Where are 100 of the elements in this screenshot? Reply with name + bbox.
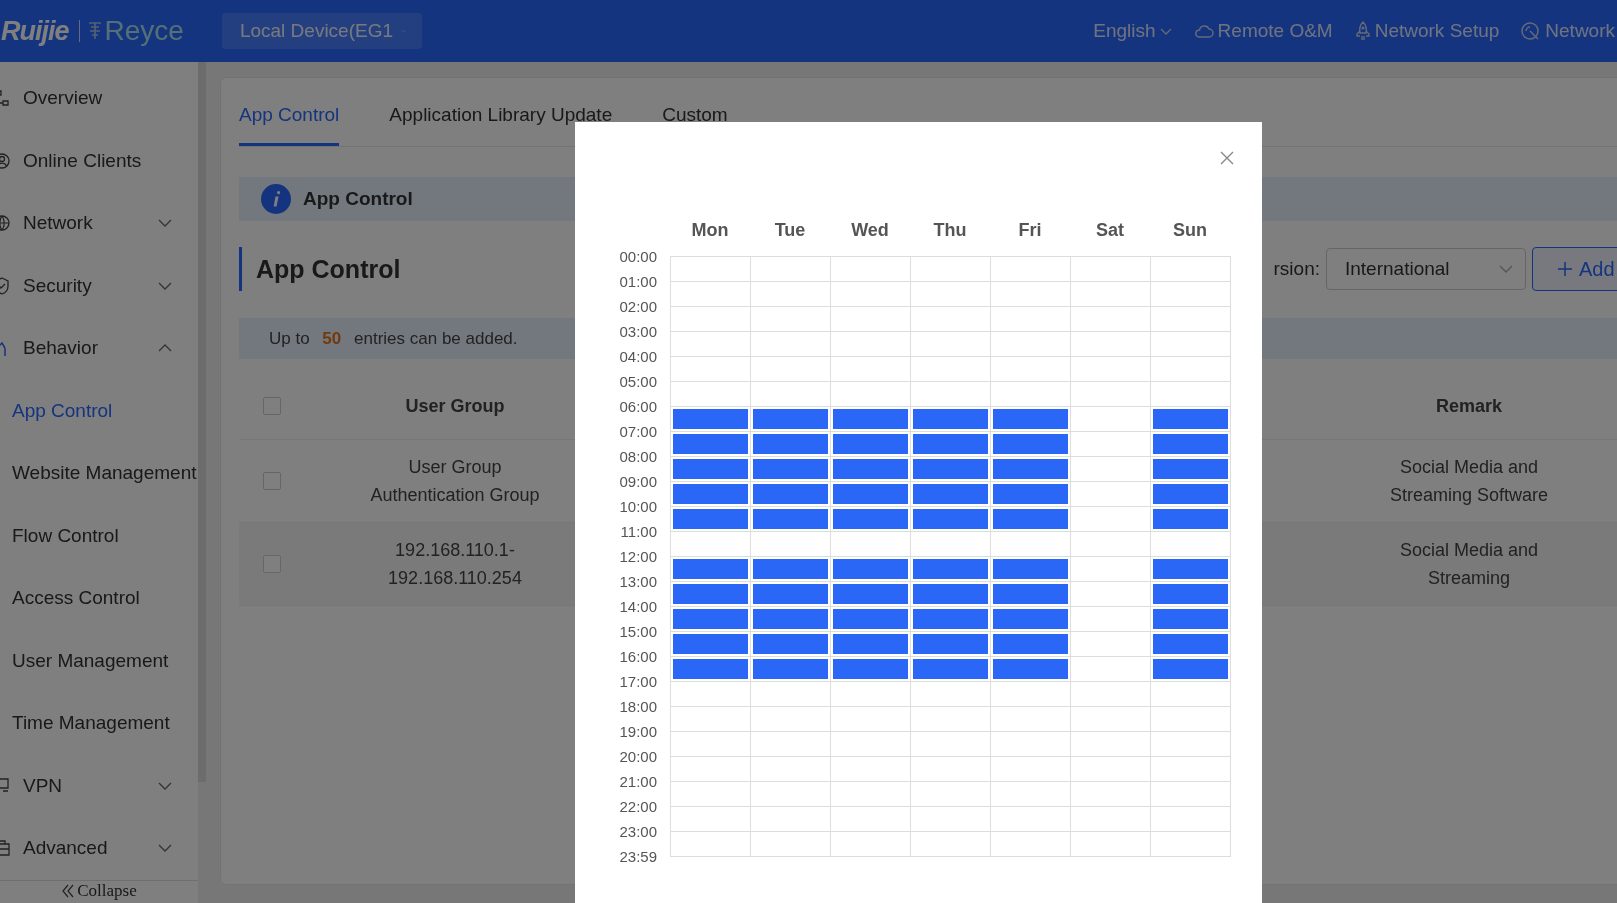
time-slot[interactable]	[751, 582, 831, 607]
time-slot[interactable]	[831, 507, 911, 532]
header-link[interactable]: Remote O&M	[1193, 20, 1333, 42]
time-slot[interactable]	[911, 482, 991, 507]
time-slot[interactable]	[831, 607, 911, 632]
time-slot[interactable]	[1151, 632, 1231, 657]
add-button[interactable]: Add	[1532, 247, 1617, 291]
sidebar-item[interactable]: VPN	[0, 754, 198, 817]
time-slot[interactable]	[831, 582, 911, 607]
time-label: 12:00	[618, 546, 657, 567]
time-slot[interactable]	[911, 657, 991, 682]
sidebar-subitem[interactable]: App Control	[0, 379, 198, 442]
table-cell-text: Social Media and Streaming Software	[1388, 456, 1550, 507]
time-slot[interactable]	[831, 657, 911, 682]
time-slot[interactable]	[991, 457, 1071, 482]
tab[interactable]: Custom	[662, 98, 728, 146]
sidebar-subitem[interactable]: Website Management	[0, 442, 198, 505]
time-slot[interactable]	[671, 407, 751, 432]
time-slot[interactable]	[831, 407, 911, 432]
time-slot[interactable]	[991, 657, 1071, 682]
time-slot[interactable]	[751, 507, 831, 532]
time-slot[interactable]	[831, 482, 911, 507]
time-slot[interactable]	[1151, 457, 1231, 482]
time-slot[interactable]	[831, 632, 911, 657]
time-slot[interactable]	[671, 507, 751, 532]
time-slot[interactable]	[1151, 482, 1231, 507]
sidebar-item[interactable]: Behavior	[0, 317, 198, 380]
time-slot[interactable]	[1151, 507, 1231, 532]
header-link[interactable]: English	[1093, 20, 1172, 42]
time-slot[interactable]	[911, 582, 991, 607]
sidebar-subitem[interactable]: User Management	[0, 629, 198, 692]
time-slot[interactable]	[991, 432, 1071, 457]
tab[interactable]: Application Library Update	[389, 98, 613, 146]
sidebar-item[interactable]: Advanced	[0, 817, 198, 880]
time-slot[interactable]	[751, 407, 831, 432]
time-slot[interactable]	[1151, 432, 1231, 457]
time-slot[interactable]	[751, 657, 831, 682]
time-slot[interactable]	[751, 607, 831, 632]
version-dropdown[interactable]: International	[1326, 248, 1526, 290]
section-title: App Control	[239, 247, 401, 291]
time-slot[interactable]	[751, 432, 831, 457]
time-slot[interactable]	[671, 432, 751, 457]
time-slot[interactable]	[911, 432, 991, 457]
time-slot[interactable]	[671, 457, 751, 482]
time-label: 21:00	[618, 771, 657, 792]
sidebar-subitem[interactable]: Time Management	[0, 692, 198, 755]
time-slot[interactable]	[671, 557, 751, 582]
header-link[interactable]: Network Setup	[1354, 20, 1500, 42]
checkbox[interactable]	[263, 555, 281, 573]
collapse-button[interactable]: Collapse	[0, 879, 198, 903]
time-slot[interactable]	[751, 482, 831, 507]
time-slot[interactable]	[671, 657, 751, 682]
time-slot[interactable]	[991, 507, 1071, 532]
sidebar-item[interactable]: Overview	[0, 67, 198, 130]
checkbox[interactable]	[263, 472, 281, 490]
header-link[interactable]: Network	[1521, 20, 1615, 42]
brand-name: Reyce	[104, 15, 184, 47]
time-slot[interactable]	[991, 482, 1071, 507]
time-slot[interactable]	[911, 607, 991, 632]
sidebar-subitem[interactable]: Flow Control	[0, 504, 198, 567]
rocket-icon	[1354, 21, 1371, 41]
time-slot[interactable]	[911, 407, 991, 432]
time-slot[interactable]	[1151, 582, 1231, 607]
time-slot[interactable]	[991, 407, 1071, 432]
scrollbar[interactable]	[198, 62, 206, 782]
time-slot[interactable]	[911, 632, 991, 657]
time-slot[interactable]	[991, 582, 1071, 607]
time-slot[interactable]	[991, 557, 1071, 582]
time-slot[interactable]	[1151, 407, 1231, 432]
time-slot[interactable]	[911, 457, 991, 482]
time-slot[interactable]	[1151, 657, 1231, 682]
time-label: 13:00	[618, 571, 657, 592]
time-slot[interactable]	[831, 432, 911, 457]
time-label: 05:00	[618, 371, 657, 392]
sidebar-item[interactable]: Network	[0, 192, 198, 255]
time-slot[interactable]	[671, 607, 751, 632]
time-slot[interactable]	[751, 632, 831, 657]
time-label: 10:00	[618, 496, 657, 517]
time-slot[interactable]	[991, 632, 1071, 657]
sidebar-item[interactable]: Security	[0, 254, 198, 317]
sidebar-item[interactable]: Online Clients	[0, 129, 198, 192]
time-slot[interactable]	[831, 557, 911, 582]
time-slot[interactable]	[1151, 557, 1231, 582]
time-slot[interactable]	[671, 632, 751, 657]
time-slot[interactable]	[991, 607, 1071, 632]
close-icon[interactable]	[1220, 151, 1234, 165]
time-slot[interactable]	[751, 557, 831, 582]
checkbox[interactable]	[263, 397, 281, 415]
time-slot[interactable]	[751, 457, 831, 482]
time-slot[interactable]	[831, 457, 911, 482]
double-chevron-left-icon	[61, 883, 76, 898]
tab[interactable]: App Control	[239, 98, 340, 146]
column-header: User Group	[404, 395, 506, 418]
time-slot[interactable]	[671, 482, 751, 507]
time-slot[interactable]	[671, 582, 751, 607]
sidebar-subitem[interactable]: Access Control	[0, 567, 198, 630]
time-slot[interactable]	[1151, 607, 1231, 632]
chevron-down-icon	[1159, 27, 1172, 35]
time-slot[interactable]	[911, 557, 991, 582]
time-slot[interactable]	[911, 507, 991, 532]
